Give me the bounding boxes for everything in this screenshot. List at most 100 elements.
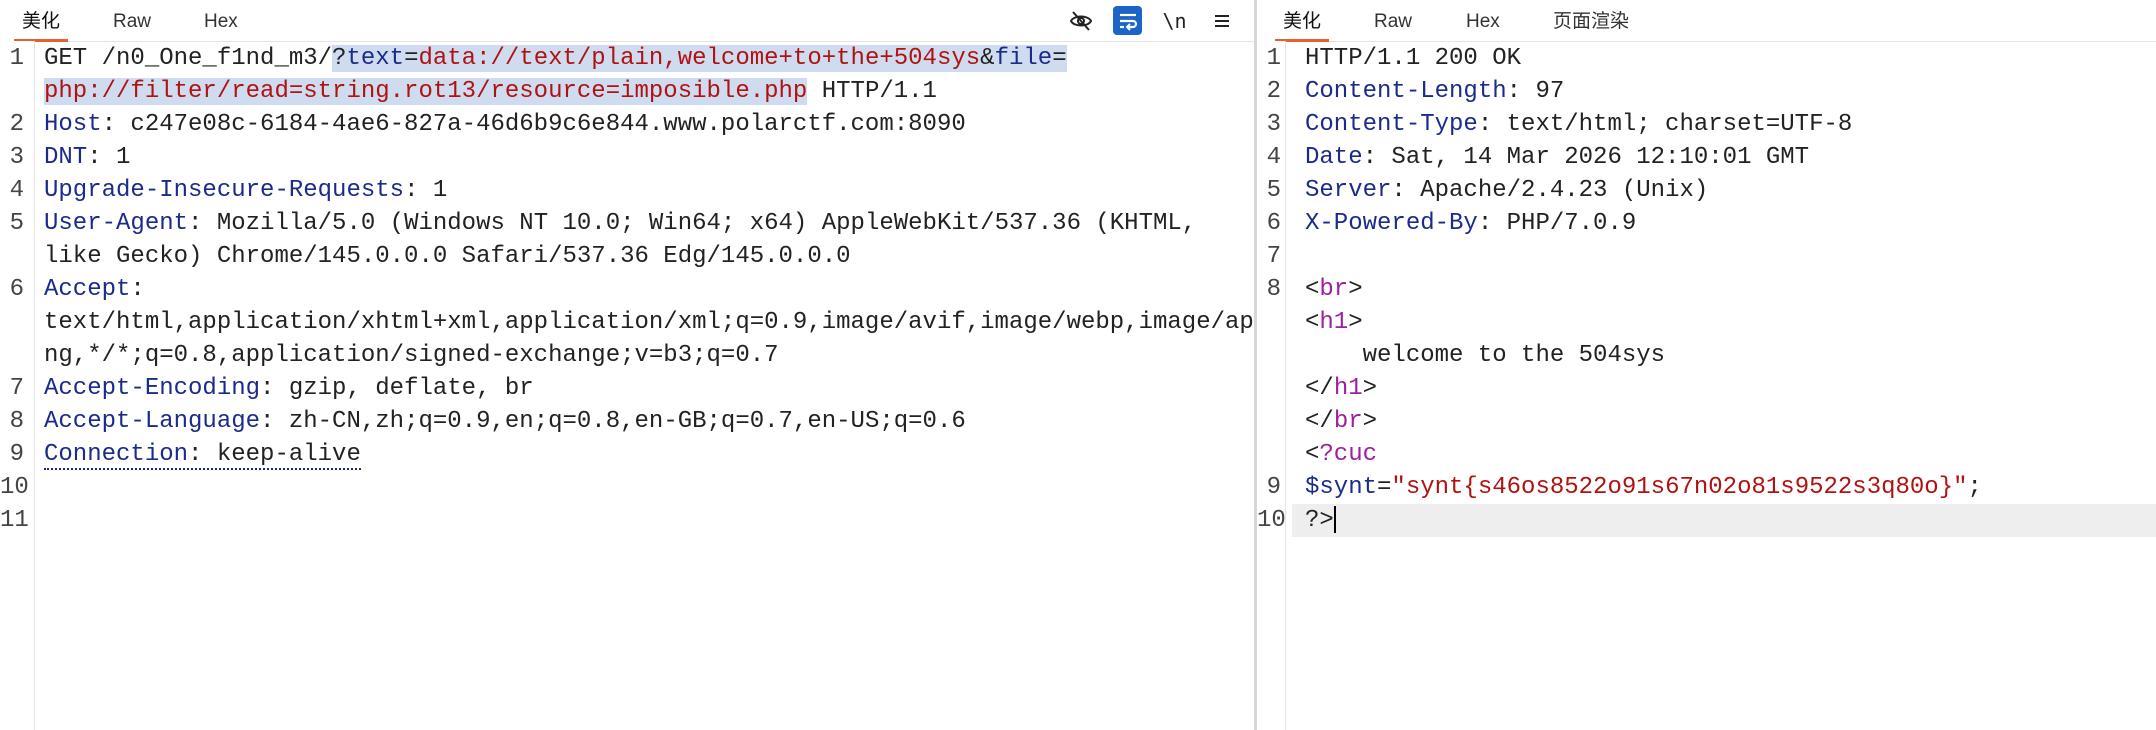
param-equals: = — [404, 45, 419, 72]
hide-eye-icon[interactable] — [1066, 6, 1095, 35]
request-pane: 美化 Raw Hex \n 1 2 3 4 5 6 7 8 9 10 11 GE… — [0, 0, 1254, 730]
request-tabbar: 美化 Raw Hex \n — [0, 0, 1254, 42]
menu-button[interactable] — [1207, 6, 1236, 35]
line-number: 7 — [9, 375, 24, 402]
param-name-file: file — [994, 45, 1053, 72]
tag-bracket: < — [1305, 276, 1320, 303]
eye-slash-icon — [1069, 10, 1092, 31]
line-number: 1 — [1266, 45, 1281, 72]
tag-bracket: > — [1348, 309, 1363, 336]
header-powered-by: X-Powered-By: PHP/7.0.9 — [1305, 207, 1636, 240]
line-number: 5 — [9, 210, 24, 237]
word-wrap-button[interactable] — [1113, 6, 1142, 35]
php-equals: = — [1377, 474, 1392, 501]
header-value: : text/html; charset=UTF-8 — [1477, 111, 1853, 138]
line-number: 1 — [9, 45, 24, 72]
tab-raw[interactable]: Raw — [1374, 0, 1412, 41]
header-value: : zh-CN,zh;q=0.9,en;q=0.8,en-GB;q=0.7,en… — [260, 408, 966, 435]
html-h1-close: </h1> — [1305, 372, 1377, 405]
line-number: 2 — [1266, 78, 1281, 105]
request-method-path: GET /n0_One_f1nd_m3/ — [44, 45, 333, 72]
php-tag-text: ?cuc — [1319, 441, 1378, 468]
response-editor[interactable]: 1 2 3 4 5 6 7 8 9 10 HTTP/1.1 200 OK Con… — [1257, 41, 2156, 730]
param-value-file: php://filter/read=string.rot13/resource=… — [44, 78, 808, 105]
line-number: 3 — [9, 144, 24, 171]
header-content-length: Content-Length: 97 — [1305, 75, 1564, 108]
status-text: HTTP/1.1 200 OK — [1305, 45, 1522, 72]
newline-icon: \n — [1162, 8, 1187, 33]
tag-bracket: </ — [1305, 375, 1334, 402]
line-number: 4 — [9, 177, 24, 204]
param-name-text: text — [346, 45, 405, 72]
header-name: Server — [1305, 177, 1392, 204]
header-value: : gzip, deflate, br — [260, 375, 534, 402]
header-value: : 1 — [87, 144, 131, 171]
header-content-type: Content-Type: text/html; charset=UTF-8 — [1305, 108, 1852, 141]
line-number: 6 — [9, 276, 24, 303]
line-number: 3 — [1266, 111, 1281, 138]
php-variable: $synt — [1305, 474, 1378, 501]
header-value: like Gecko) Chrome/145.0.0.0 Safari/537.… — [44, 243, 851, 270]
request-line-wrap: php://filter/read=string.rot13/resource=… — [44, 75, 937, 108]
html-br-close: </br> — [1305, 405, 1377, 438]
response-pane: 美化 Raw Hex 页面渲染 1 2 3 4 5 6 7 8 9 10 HTT… — [1257, 0, 2156, 730]
header-accept-wrap: text/html,application/xhtml+xml,applicat… — [44, 306, 1254, 339]
tab-render[interactable]: 页面渲染 — [1553, 0, 1629, 41]
header-name: Accept-Language — [44, 408, 261, 435]
header-name: User-Agent — [44, 210, 189, 237]
query-mark: ? — [332, 45, 347, 72]
tab-pretty[interactable]: 美化 — [1274, 0, 1330, 42]
header-connection: Connection: keep-alive — [44, 438, 361, 471]
param-equals: = — [1052, 45, 1067, 72]
header-dnt: DNT: 1 — [44, 141, 130, 174]
html-h1-text: welcome to the 504sys — [1305, 339, 1665, 372]
line-number: 10 — [0, 474, 29, 501]
tag-bracket: > — [1348, 276, 1363, 303]
header-value: text/html,application/xhtml+xml,applicat… — [44, 309, 1254, 336]
header-name: Content-Length — [1305, 78, 1507, 105]
param-ampersand: & — [980, 45, 995, 72]
header-value: : Apache/2.4.23 (Unix) — [1391, 177, 1709, 204]
php-flag-line: $synt="synt{s46os8522o91s67n02o81s9522s3… — [1305, 471, 1982, 504]
tag-name: br — [1333, 408, 1363, 435]
tab-hex[interactable]: Hex — [1466, 0, 1500, 41]
php-close-text: ?> — [1305, 507, 1334, 534]
header-value: : — [130, 276, 145, 303]
php-semicolon: ; — [1967, 474, 1982, 501]
header-name: Date — [1305, 144, 1363, 171]
wrap-lines-icon — [1119, 13, 1137, 31]
tag-bracket: < — [1305, 309, 1320, 336]
tag-name: br — [1319, 276, 1349, 303]
header-accept-encoding: Accept-Encoding: gzip, deflate, br — [44, 372, 534, 405]
header-name: Host — [44, 111, 102, 138]
header-name: Content-Type — [1305, 111, 1478, 138]
header-value: : 97 — [1506, 78, 1565, 105]
tab-hex[interactable]: Hex — [204, 0, 238, 41]
request-editor[interactable]: 1 2 3 4 5 6 7 8 9 10 11 GET /n0_One_f1nd… — [0, 41, 1254, 730]
header-value: : keep-alive — [188, 441, 361, 468]
status-line: HTTP/1.1 200 OK — [1305, 42, 1521, 75]
http-version: HTTP/1.1 — [807, 78, 937, 105]
html-h1-open: <h1> — [1305, 306, 1363, 339]
tag-bracket: </ — [1305, 408, 1334, 435]
show-newlines-button[interactable]: \n — [1160, 6, 1189, 35]
header-value: : PHP/7.0.9 — [1477, 210, 1637, 237]
tag-name: h1 — [1333, 375, 1363, 402]
header-name: Connection — [44, 441, 189, 468]
line-number: 6 — [1266, 210, 1281, 237]
tab-raw[interactable]: Raw — [113, 0, 151, 41]
header-name: X-Powered-By — [1305, 210, 1478, 237]
line-number: 9 — [9, 441, 24, 468]
header-accept-language: Accept-Language: zh-CN,zh;q=0.9,en;q=0.8… — [44, 405, 966, 438]
header-upgrade: Upgrade-Insecure-Requests: 1 — [44, 174, 447, 207]
param-value-text: data://text/plain,welcome+to+the+504sys — [418, 45, 981, 72]
line-number: 10 — [1257, 507, 1286, 534]
body-text: welcome to the 504sys — [1305, 342, 1666, 369]
header-value: : 1 — [404, 177, 448, 204]
php-string: "synt{s46os8522o91s67n02o81s9522s3q80o}" — [1391, 474, 1968, 501]
html-br-open: <br> — [1305, 273, 1363, 306]
header-server: Server: Apache/2.4.23 (Unix) — [1305, 174, 1708, 207]
line-number: 5 — [1266, 177, 1281, 204]
tab-pretty[interactable]: 美化 — [13, 0, 69, 42]
header-value: : Sat, 14 Mar 2026 12:10:01 GMT — [1362, 144, 1810, 171]
